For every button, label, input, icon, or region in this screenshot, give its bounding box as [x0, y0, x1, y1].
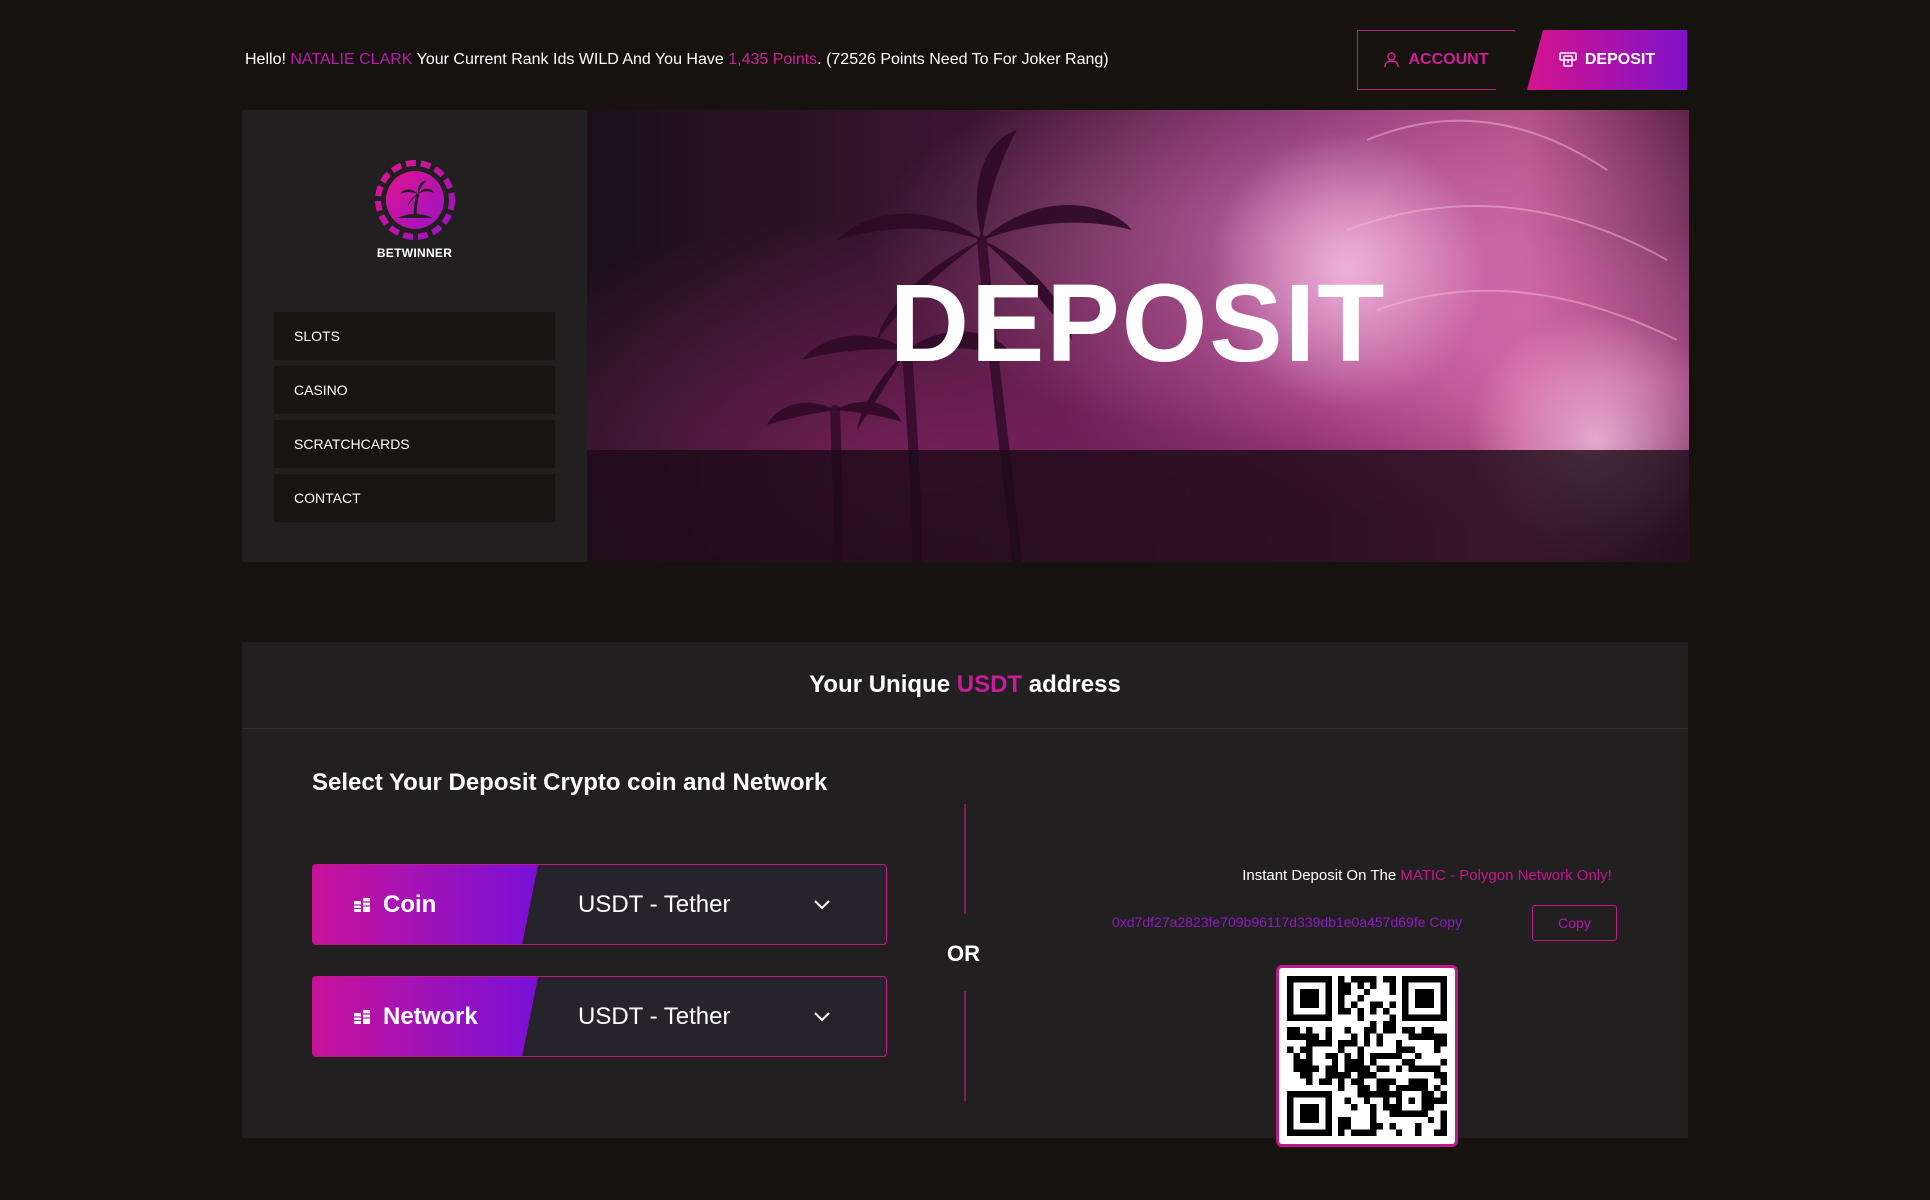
deposit-icon	[1559, 52, 1577, 67]
logo-text: BETWINNER	[376, 246, 453, 260]
account-button-label: ACCOUNT	[1408, 51, 1489, 68]
sidebar-item-casino[interactable]: CASINO	[274, 366, 555, 414]
instant-deposit-text: Instant Deposit On The MATIC - Polygon N…	[1177, 867, 1677, 884]
sidebar-menu: SLOTS CASINO SCRATCHCARDS CONTACT	[274, 312, 555, 522]
network-select-label: Network	[313, 977, 538, 1056]
copy-button[interactable]: Copy	[1532, 905, 1617, 941]
panel-header: Your Unique USDT address	[242, 642, 1688, 729]
top-actions: ACCOUNT DEPOSIT	[1357, 30, 1687, 90]
greeting-text: Hello! NATALIE CLARK Your Current Rank I…	[245, 51, 1109, 69]
panel-header-prefix: Your Unique	[809, 671, 951, 698]
coin-select-label: Coin	[313, 865, 538, 944]
network-select[interactable]: Network USDT - Tether	[312, 976, 887, 1057]
panel-body: Select Your Deposit Crypto coin and Netw…	[242, 729, 1688, 1147]
coin-select[interactable]: Coin USDT - Tether	[312, 864, 887, 945]
coin-value-text: USDT - Tether	[578, 890, 731, 918]
wallet-address[interactable]: 0xd7df27a2823fe709b96117d339db1e0a457d69…	[1112, 914, 1462, 930]
qr-code-image	[1287, 976, 1447, 1136]
deposit-panel: Your Unique USDT address Select Your Dep…	[242, 642, 1688, 1147]
chevron-down-icon	[814, 1011, 830, 1021]
sidebar: BETWINNER SLOTS CASINO SCRATCHCARDS CONT…	[242, 110, 587, 562]
top-bar: Hello! NATALIE CLARK Your Current Rank I…	[245, 30, 1687, 90]
hero-banner: DEPOSIT	[587, 110, 1689, 562]
user-icon	[1383, 52, 1399, 68]
network-label-text: Network	[383, 1002, 478, 1030]
instant-network: MATIC - Polygon Network Only!	[1400, 867, 1612, 884]
divider-top	[964, 804, 966, 914]
points-value: 1,435 Points	[728, 51, 818, 68]
hero-section: BETWINNER SLOTS CASINO SCRATCHCARDS CONT…	[242, 110, 1689, 562]
coin-label-text: Coin	[383, 890, 437, 918]
banner-title: DEPOSIT	[889, 262, 1387, 385]
network-select-value[interactable]: USDT - Tether	[538, 977, 886, 1056]
logo[interactable]: BETWINNER	[374, 160, 455, 260]
sidebar-item-slots[interactable]: SLOTS	[274, 312, 555, 360]
coins-icon	[354, 1009, 370, 1024]
deposit-button[interactable]: DEPOSIT	[1527, 30, 1687, 90]
instant-prefix: Instant Deposit On The	[1242, 867, 1401, 884]
network-value-text: USDT - Tether	[578, 1002, 731, 1030]
greeting-hello: Hello!	[245, 51, 291, 68]
palm-chip-logo-icon	[374, 160, 455, 240]
select-title: Select Your Deposit Crypto coin and Netw…	[312, 769, 828, 796]
account-button[interactable]: ACCOUNT	[1357, 30, 1515, 90]
points-suffix: . (72526 Points Need To For Joker Rang)	[817, 51, 1109, 68]
panel-header-suffix: address	[1028, 671, 1121, 698]
qr-code	[1276, 965, 1458, 1147]
coins-icon	[354, 897, 370, 912]
chevron-down-icon	[814, 899, 830, 909]
deposit-button-label: DEPOSIT	[1584, 51, 1656, 68]
panel-header-accent: USDT	[956, 671, 1023, 698]
coin-select-value[interactable]: USDT - Tether	[538, 865, 886, 944]
sidebar-item-contact[interactable]: CONTACT	[274, 474, 555, 522]
sidebar-item-scratchcards[interactable]: SCRATCHCARDS	[274, 420, 555, 468]
rank-text: Your Current Rank Ids WILD And You Have	[412, 51, 729, 68]
or-text: OR	[947, 941, 980, 966]
user-name: NATALIE CLARK	[290, 51, 413, 68]
divider-bottom	[964, 991, 966, 1101]
